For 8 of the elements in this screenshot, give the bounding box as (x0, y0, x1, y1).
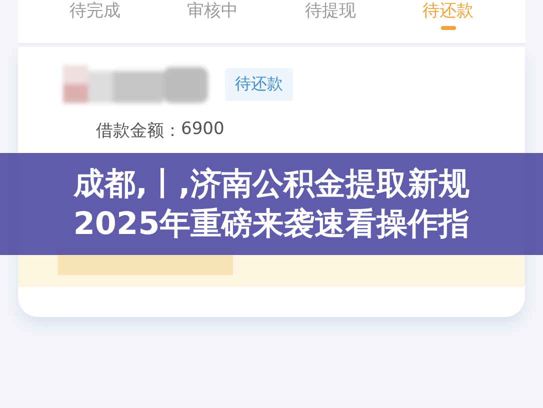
tab[interactable]: 待提现 (300, 2, 360, 30)
amount-label: 借款金额： (96, 120, 181, 142)
status-tag: 待还款 (225, 68, 293, 100)
tab[interactable]: 待完成 (65, 2, 124, 30)
amount-value: 6900 (181, 119, 224, 141)
headline: 成都,丨,济南公积金提取新规 2025年重磅来袭速看操作指 (73, 165, 470, 244)
tab[interactable]: 审核中 (183, 2, 242, 30)
tab[interactable]: 待还款 (418, 2, 478, 30)
